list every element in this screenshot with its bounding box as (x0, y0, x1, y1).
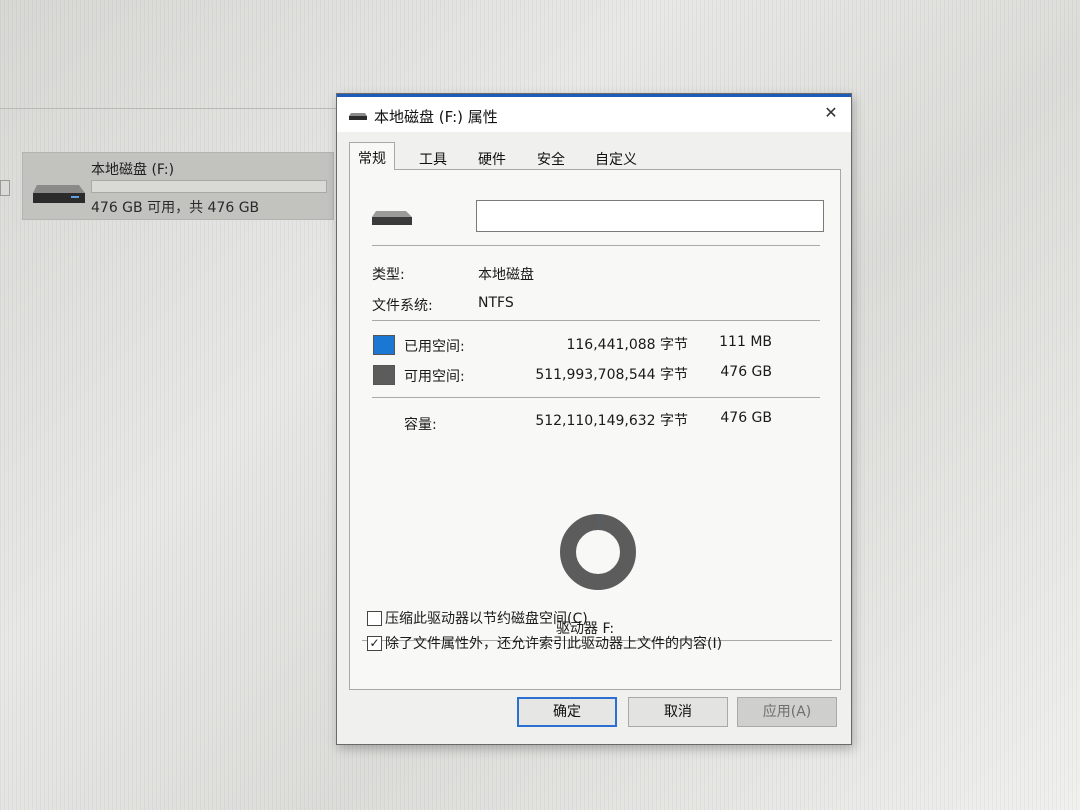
properties-dialog: 本地磁盘 (F:) 属性 ✕ 常规 工具 硬件 安全 自定义 类型: 本地磁盘 … (336, 93, 852, 745)
volume-label-input[interactable] (476, 200, 824, 232)
capacity-size: 476 GB (720, 410, 772, 426)
free-space-swatch (373, 365, 395, 385)
tab-customize[interactable]: 自定义 (587, 146, 645, 170)
explorer-checkbox-stub[interactable] (0, 180, 10, 196)
separator (372, 245, 820, 246)
tab-tools[interactable]: 工具 (411, 146, 455, 170)
index-label: 除了文件属性外，还允许索引此驱动器上文件的内容(I) (385, 636, 723, 652)
usage-donut-chart (560, 514, 636, 590)
ok-button[interactable]: 确定 (517, 697, 617, 727)
drive-usage-bar (91, 180, 327, 193)
used-space-bytes: 116,441,088 字节 (566, 337, 688, 353)
apply-button[interactable]: 应用(A) (737, 697, 837, 727)
separator (372, 320, 820, 321)
tab-security[interactable]: 安全 (529, 146, 573, 170)
tab-general[interactable]: 常规 (349, 142, 395, 172)
compress-label: 压缩此驱动器以节约磁盘空间(C) (385, 611, 588, 627)
filesystem-label: 文件系统: (372, 298, 433, 314)
tab-strip: 常规 工具 硬件 安全 自定义 (349, 142, 841, 172)
tab-hardware[interactable]: 硬件 (470, 146, 514, 170)
drive-icon (372, 211, 412, 225)
explorer-pane: 本地磁盘 (F:) 476 GB 可用，共 476 GB (0, 60, 336, 360)
compress-row[interactable]: 压缩此驱动器以节约磁盘空间(C) (367, 608, 588, 628)
dialog-titlebar[interactable]: 本地磁盘 (F:) 属性 ✕ (337, 94, 851, 132)
capacity-bytes: 512,110,149,632 字节 (535, 413, 688, 429)
free-space-bytes: 511,993,708,544 字节 (535, 367, 688, 383)
capacity-label: 容量: (404, 417, 437, 433)
used-space-size: 111 MB (719, 334, 772, 350)
filesystem-value: NTFS (478, 295, 514, 311)
drive-tile-f[interactable]: 本地磁盘 (F:) 476 GB 可用，共 476 GB (22, 152, 334, 220)
type-value: 本地磁盘 (478, 267, 534, 283)
free-space-size: 476 GB (720, 364, 772, 380)
close-icon[interactable]: ✕ (811, 97, 851, 131)
drive-icon (33, 185, 85, 203)
separator (372, 397, 820, 398)
index-checkbox[interactable]: ✓ (367, 635, 382, 651)
drive-tile-name: 本地磁盘 (F:) (91, 162, 175, 178)
free-space-ring (560, 514, 636, 590)
compress-checkbox[interactable] (367, 610, 382, 626)
used-space-label: 已用空间: (404, 339, 465, 355)
used-space-swatch (373, 335, 395, 355)
explorer-divider (0, 108, 336, 109)
index-row[interactable]: ✓ 除了文件属性外，还允许索引此驱动器上文件的内容(I) (367, 633, 722, 653)
drive-icon (349, 113, 367, 120)
free-space-label: 可用空间: (404, 369, 465, 385)
type-label: 类型: (372, 267, 405, 283)
drive-tile-free: 476 GB 可用，共 476 GB (91, 200, 260, 216)
cancel-button[interactable]: 取消 (628, 697, 728, 727)
dialog-title: 本地磁盘 (F:) 属性 (374, 108, 498, 126)
